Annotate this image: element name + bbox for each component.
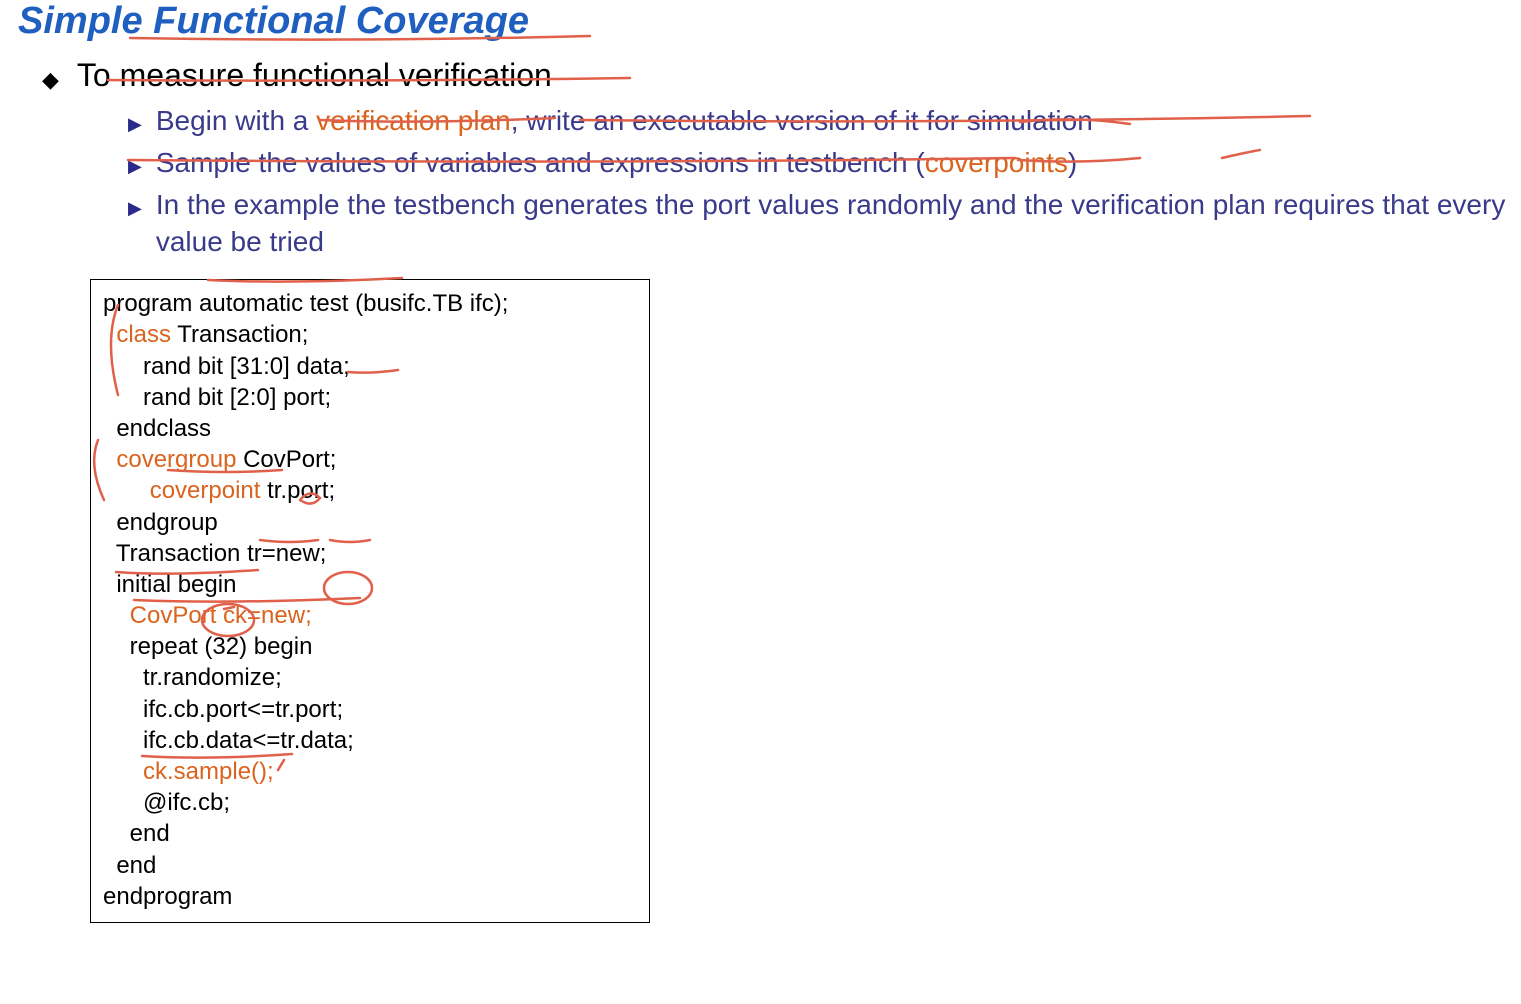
code-line: class Transaction;	[103, 319, 637, 350]
text-fragment: Begin with a	[156, 105, 316, 136]
code-keyword: ck.sample();	[143, 758, 274, 785]
sub-bullet-2: ▶ Sample the values of variables and exp…	[128, 144, 1521, 182]
code-fragment: tr.port;	[260, 477, 335, 504]
code-line: ck.sample();	[103, 756, 637, 787]
triangle-icon: ▶	[128, 154, 142, 178]
code-fragment	[103, 602, 130, 629]
code-line: repeat (32) begin	[103, 631, 637, 662]
diamond-icon: ◆	[42, 67, 59, 93]
sub-bullet-3: ▶ In the example the testbench generates…	[128, 186, 1521, 262]
text-fragment: , write an executable version of it for …	[511, 105, 1093, 136]
code-line: tr.randomize;	[103, 662, 637, 693]
sub-bullet-text: In the example the testbench generates t…	[156, 186, 1521, 262]
triangle-icon: ▶	[128, 112, 142, 136]
code-line: program automatic test (busifc.TB ifc);	[103, 288, 637, 319]
highlight-fragment: coverpoints	[925, 147, 1068, 178]
highlight-fragment: verification plan	[316, 105, 511, 136]
code-line: end	[103, 818, 637, 849]
code-keyword: CovPort ck=new;	[130, 602, 312, 629]
code-fragment	[103, 758, 143, 785]
code-line: coverpoint tr.port;	[103, 475, 637, 506]
slide: Simple Functional Coverage ◆ To measure …	[0, 0, 1521, 923]
code-line: Transaction tr=new;	[103, 538, 637, 569]
triangle-icon: ▶	[128, 196, 142, 220]
code-fragment	[103, 321, 116, 348]
code-fragment: CovPort;	[236, 446, 336, 473]
main-bullet: ◆ To measure functional verification	[0, 57, 1521, 94]
code-line: endprogram	[103, 881, 637, 912]
code-line: rand bit [31:0] data;	[103, 351, 637, 382]
text-fragment: Sample the values of variables and expre…	[156, 147, 925, 178]
sub-bullet-list: ▶ Begin with a verification plan, write …	[0, 102, 1521, 261]
text-fragment: )	[1068, 147, 1077, 178]
code-line: ifc.cb.port<=tr.port;	[103, 694, 637, 725]
sub-bullet-text: Sample the values of variables and expre…	[156, 144, 1521, 182]
code-line: end	[103, 850, 637, 881]
code-line: CovPort ck=new;	[103, 600, 637, 631]
code-line: initial begin	[103, 569, 637, 600]
code-line: covergroup CovPort;	[103, 444, 637, 475]
code-keyword: coverpoint	[150, 477, 261, 504]
code-keyword: class	[116, 321, 171, 348]
code-line: endclass	[103, 413, 637, 444]
sub-bullet-text: Begin with a verification plan, write an…	[156, 102, 1521, 140]
code-line: rand bit [2:0] port;	[103, 382, 637, 413]
slide-title: Simple Functional Coverage	[0, 0, 1521, 51]
code-line: @ifc.cb;	[103, 787, 637, 818]
sub-bullet-1: ▶ Begin with a verification plan, write …	[128, 102, 1521, 140]
main-bullet-text: To measure functional verification	[77, 57, 552, 94]
code-box: program automatic test (busifc.TB ifc); …	[90, 279, 650, 923]
code-fragment	[103, 477, 150, 504]
code-fragment	[103, 446, 116, 473]
code-line: endgroup	[103, 507, 637, 538]
code-fragment: Transaction;	[171, 321, 308, 348]
code-keyword: covergroup	[116, 446, 236, 473]
code-line: ifc.cb.data<=tr.data;	[103, 725, 637, 756]
